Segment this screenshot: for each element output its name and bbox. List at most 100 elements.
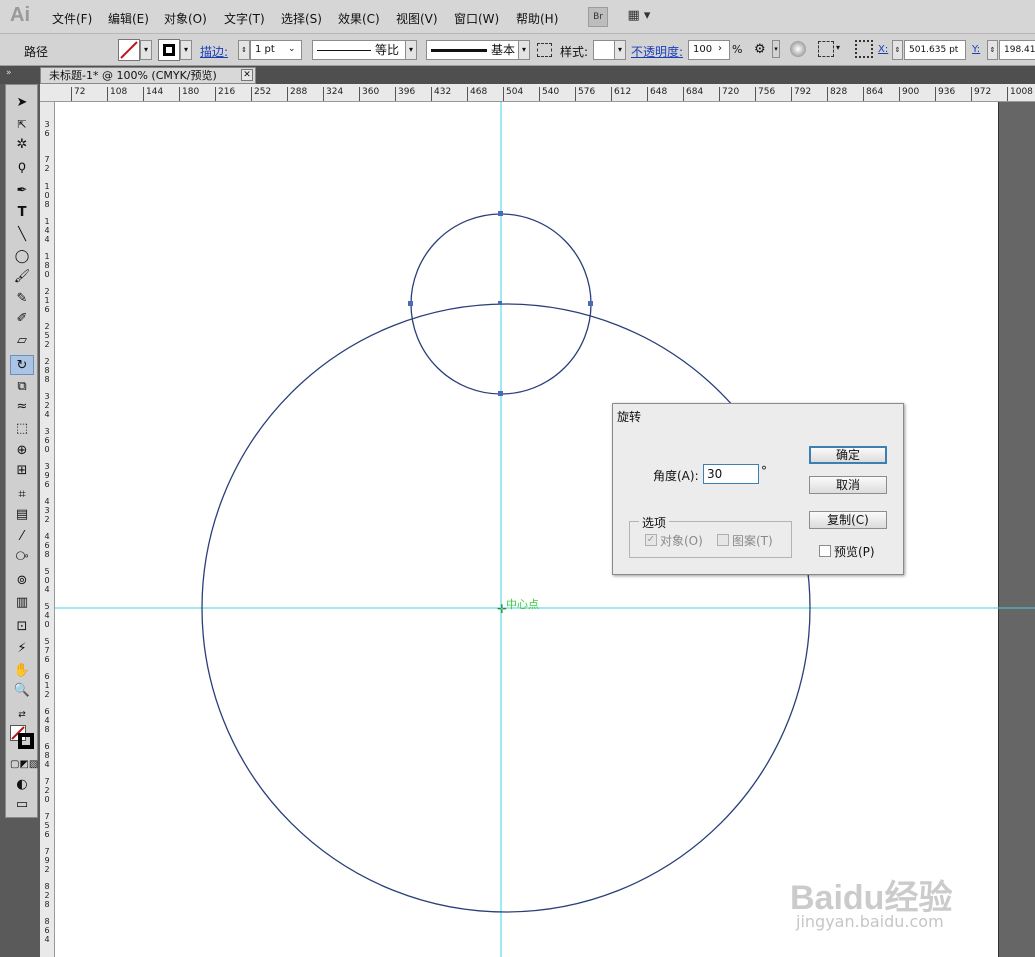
shape-builder-tool[interactable]: ⊕ [10,441,34,461]
ruler-tick: 4 6 8 [44,532,50,559]
brush-definition[interactable]: 基本 [426,40,520,60]
paintbrush-tool[interactable]: 🖌 [10,267,34,287]
opacity-panel-link[interactable]: 不透明度: [631,43,683,60]
perspective-grid-tool[interactable]: ⊞ [10,461,34,481]
blob-brush-tool[interactable]: ✐ [10,309,34,329]
color-mode-icons[interactable]: ▢◩▧ [10,755,38,775]
ruler-tick: 1008 [1007,87,1033,101]
stroke-weight-stepper[interactable]: ⇕ [238,40,250,60]
selection-tool[interactable]: ➤ [10,93,34,113]
anchor-point[interactable] [498,391,503,396]
gradient-tool[interactable]: ▤ [10,505,34,525]
scale-tool[interactable]: ⧉ [10,377,34,397]
free-transform-tool[interactable]: ⬚ [10,419,34,439]
bridge-button[interactable]: Br [588,7,608,27]
variable-width-profile[interactable]: 等比 [312,40,407,60]
objects-checkbox[interactable]: ✓ [645,534,657,546]
type-tool[interactable]: T [10,203,34,223]
align-dropdown-icon[interactable]: ▾ [836,43,840,52]
isolate-icon[interactable] [790,41,806,57]
blend-tool[interactable]: ⧂ [10,547,34,567]
mesh-tool[interactable]: ⌗ [10,485,34,505]
menu-file[interactable]: 文件(F) [52,10,92,27]
menu-edit[interactable]: 编辑(E) [108,10,149,27]
reference-point-icon[interactable] [855,40,873,58]
pencil-tool[interactable]: ✎ [10,289,34,309]
profile-dropdown[interactable]: ▾ [405,40,417,60]
opacity-arrow-icon[interactable]: › [718,43,722,54]
angle-input[interactable]: 30 [703,464,759,484]
recolor-dropdown[interactable]: ▾ [772,40,780,58]
align-stroke-icon[interactable] [537,43,552,57]
cancel-button[interactable]: 取消 [809,476,887,494]
ruler-tick: 72 [71,87,85,101]
copy-button[interactable]: 复制(C) [809,511,887,529]
zoom-tool[interactable]: 🔍 [10,681,34,701]
brush-dropdown[interactable]: ▾ [518,40,530,60]
options-group-label: 选项 [639,514,670,531]
y-stepper[interactable]: ⇕ [987,40,998,60]
drawing-mode-icon[interactable]: ◐ [10,775,34,795]
line-tool[interactable]: ╲ [10,225,34,245]
swap-fill-stroke-icon[interactable]: ⇄ [10,705,34,725]
x-stepper[interactable]: ⇕ [892,40,903,60]
pen-tool[interactable]: ✒ [10,181,34,201]
x-field[interactable]: 501.635 pt [904,40,966,60]
eyedropper-tool[interactable]: ⁄ [10,527,34,547]
profile-line-icon [317,50,371,51]
anchor-point[interactable] [588,301,593,306]
ellipse-tool[interactable]: ◯ [10,247,34,267]
ruler-tick: 648 [647,87,667,101]
menu-window[interactable]: 窗口(W) [454,10,499,27]
menu-object[interactable]: 对象(O) [164,10,207,27]
menu-effect[interactable]: 效果(C) [338,10,380,27]
horizontal-ruler[interactable]: 72 108 144 180 216 252 288 324 360 396 4… [40,84,1035,102]
close-tab-icon[interactable]: ✕ [241,69,253,81]
fill-swatch[interactable] [118,39,140,61]
preview-checkbox[interactable] [819,545,831,557]
stroke-dropdown[interactable]: ▾ [180,40,192,60]
stroke-swatch[interactable] [158,39,180,61]
menu-view[interactable]: 视图(V) [396,10,438,27]
anchor-point[interactable] [408,301,413,306]
watermark-url: jingyan.baidu.com [796,912,944,931]
lasso-tool[interactable]: ϙ [10,157,34,177]
artboard-tool[interactable]: ⊡ [10,617,34,637]
vertical-ruler[interactable]: 3 6 7 2 1 0 8 1 4 4 1 8 0 2 1 6 2 5 2 2 … [40,102,55,957]
dialog-title[interactable]: 旋转 [613,404,903,426]
slice-tool[interactable]: ⚡ [10,639,34,659]
anchor-point[interactable] [498,211,503,216]
fill-dropdown[interactable]: ▾ [140,40,152,60]
magic-wand-tool[interactable]: ✲ [10,135,34,155]
ok-button[interactable]: 确定 [809,446,887,464]
recolor-artwork-icon[interactable]: ⚙ [754,42,766,57]
opacity-field[interactable]: 100 [688,40,730,60]
profile-label: 等比 [375,43,400,57]
pattern-checkbox[interactable] [717,534,729,546]
graphic-style-swatch[interactable] [593,40,615,60]
menu-select[interactable]: 选择(S) [281,10,322,27]
x-label[interactable]: X: [878,44,888,55]
panel-collapse-icon[interactable]: » [6,68,12,78]
menu-help[interactable]: 帮助(H) [516,10,558,27]
arrange-documents-button[interactable]: ▦ ▾ [620,7,658,27]
align-icon[interactable] [818,41,834,57]
y-label[interactable]: Y: [972,44,980,55]
eraser-tool[interactable]: ▱ [10,331,34,351]
warp-tool[interactable]: ≈ [10,397,34,417]
stroke-weight-chevron-icon[interactable]: ⌄ [288,44,296,54]
rotate-tool[interactable]: ↻ [10,355,34,375]
stroke-color-box[interactable] [18,733,34,749]
stroke-panel-link[interactable]: 描边: [200,43,228,60]
menu-type[interactable]: 文字(T) [224,10,265,27]
column-graph-tool[interactable]: ▥ [10,593,34,613]
y-field[interactable]: 198.413 [999,40,1035,60]
screen-mode-icon[interactable]: ▭ [10,795,34,815]
ruler-tick: 4 3 2 [44,497,50,524]
ruler-tick: 5 4 0 [44,602,50,629]
document-tab[interactable]: 未标题-1* @ 100% (CMYK/预览) [40,67,256,84]
hand-tool[interactable]: ✋ [10,661,34,681]
direct-selection-tool[interactable]: ⇱ [10,115,34,135]
symbol-sprayer-tool[interactable]: ⊚ [10,571,34,591]
style-dropdown[interactable]: ▾ [614,40,626,60]
